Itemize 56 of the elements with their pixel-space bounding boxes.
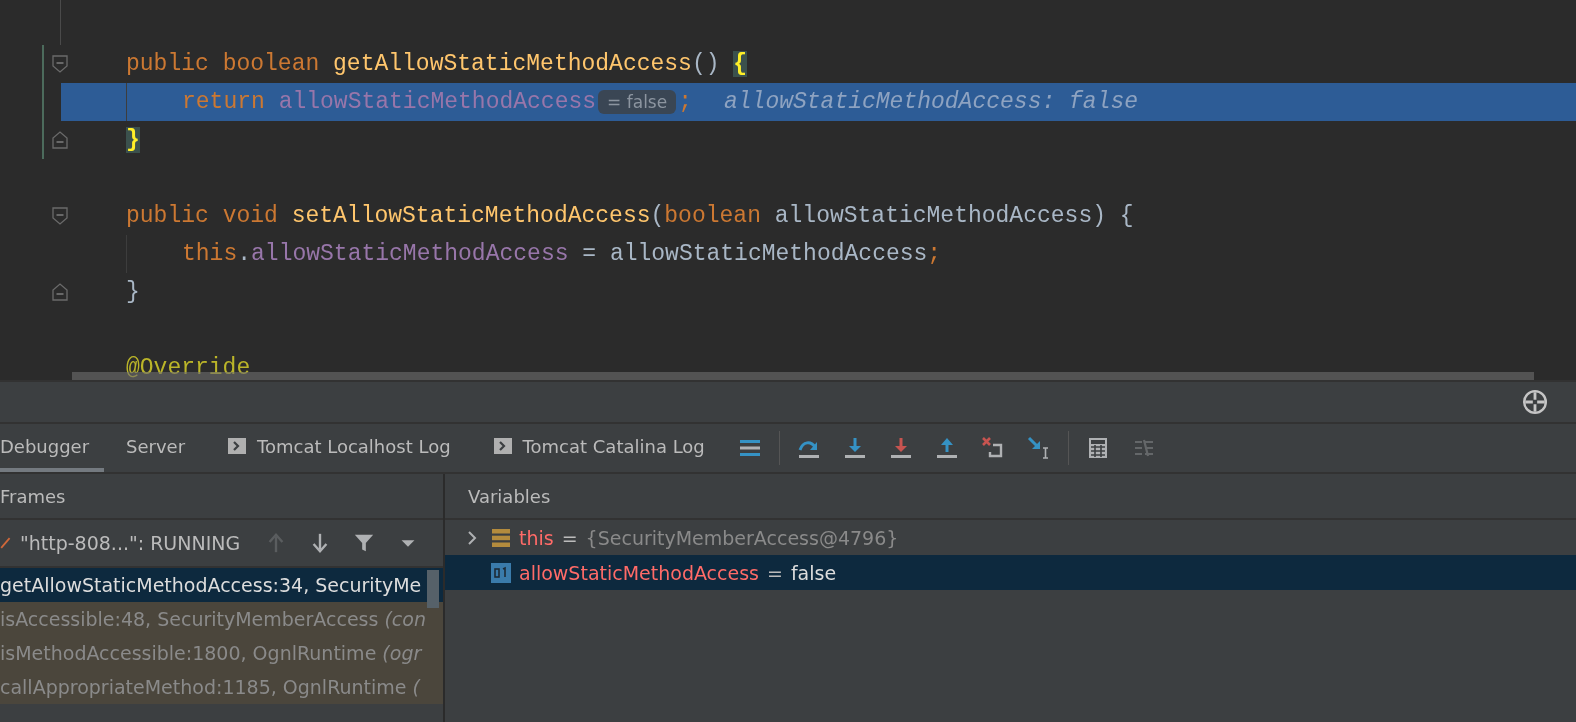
pane-title: Variables — [468, 485, 551, 507]
code-text: . — [237, 241, 252, 267]
method-name: setAllowStaticMethodAccess — [291, 203, 651, 229]
equals-sign: = — [767, 561, 783, 584]
fold-icon[interactable] — [52, 131, 68, 149]
scroll-thumb[interactable] — [427, 570, 439, 608]
variable-name: this — [519, 526, 554, 549]
step-out-icon[interactable] — [934, 436, 959, 460]
inline-value-text: allowStaticMethodAccess: false — [724, 89, 1139, 115]
keyword: boolean — [664, 203, 762, 229]
annotation: @Override — [126, 355, 251, 380]
matched-brace: { — [733, 51, 748, 77]
code-text: } — [126, 279, 140, 305]
equals-sign: = — [561, 526, 578, 549]
primitive-icon — [491, 562, 511, 583]
variable-value: {SecurityMemberAccess@4796} — [585, 526, 899, 549]
code-text: allowStaticMethodAccess) { — [774, 203, 1134, 229]
matched-brace: } — [126, 127, 140, 153]
object-icon — [491, 527, 511, 548]
force-step-into-icon[interactable] — [888, 436, 913, 460]
code-editor[interactable] — [0, 0, 1576, 380]
tab[interactable]: Tomcat Catalina Log — [472, 424, 725, 472]
crosshair-icon[interactable] — [1522, 389, 1548, 415]
variable-row[interactable]: allowStaticMethodAccess = false — [445, 555, 1576, 590]
thread-selector[interactable]: "http-808...": RUNNING — [20, 532, 241, 554]
tab[interactable]: Tomcat Localhost Log — [207, 424, 471, 472]
code-text: = allowStaticMethodAccess — [581, 241, 928, 267]
run-to-cursor-icon[interactable] — [1026, 436, 1051, 460]
fold-icon[interactable] — [52, 55, 68, 73]
keyword: ; — [678, 89, 692, 115]
keyword: boolean — [222, 51, 321, 77]
fold-icon[interactable] — [52, 207, 68, 225]
tab[interactable]: Debugger — [0, 424, 104, 472]
inline-value-hint: = false — [598, 90, 677, 114]
keyword: this — [182, 241, 238, 267]
variable-value: false — [790, 561, 837, 584]
keyword: return — [182, 89, 266, 115]
field-name: allowStaticMethodAccess — [251, 241, 569, 267]
pane-title: Frames — [0, 485, 66, 507]
code-text: ( — [650, 203, 665, 229]
keyword: public — [126, 203, 210, 229]
console-icon — [227, 436, 248, 456]
pencil-icon — [0, 535, 12, 551]
step-into-icon[interactable] — [842, 436, 867, 460]
variable-name: allowStaticMethodAccess — [519, 561, 759, 584]
field-name: allowStaticMethodAccess — [278, 89, 597, 115]
fold-icon[interactable] — [52, 283, 68, 301]
keyword: void — [222, 203, 279, 229]
code-text: () — [691, 51, 721, 77]
method-name: getAllowStaticMethodAccess — [333, 51, 692, 77]
console-icon — [492, 436, 513, 456]
stack-frame[interactable]: getAllowStaticMethodAccess:34, SecurityMe — [0, 568, 443, 602]
tab[interactable]: Server — [106, 424, 206, 472]
drop-frame-icon[interactable] — [980, 436, 1005, 460]
keyword: public — [126, 51, 210, 77]
keyword: ; — [927, 241, 942, 267]
